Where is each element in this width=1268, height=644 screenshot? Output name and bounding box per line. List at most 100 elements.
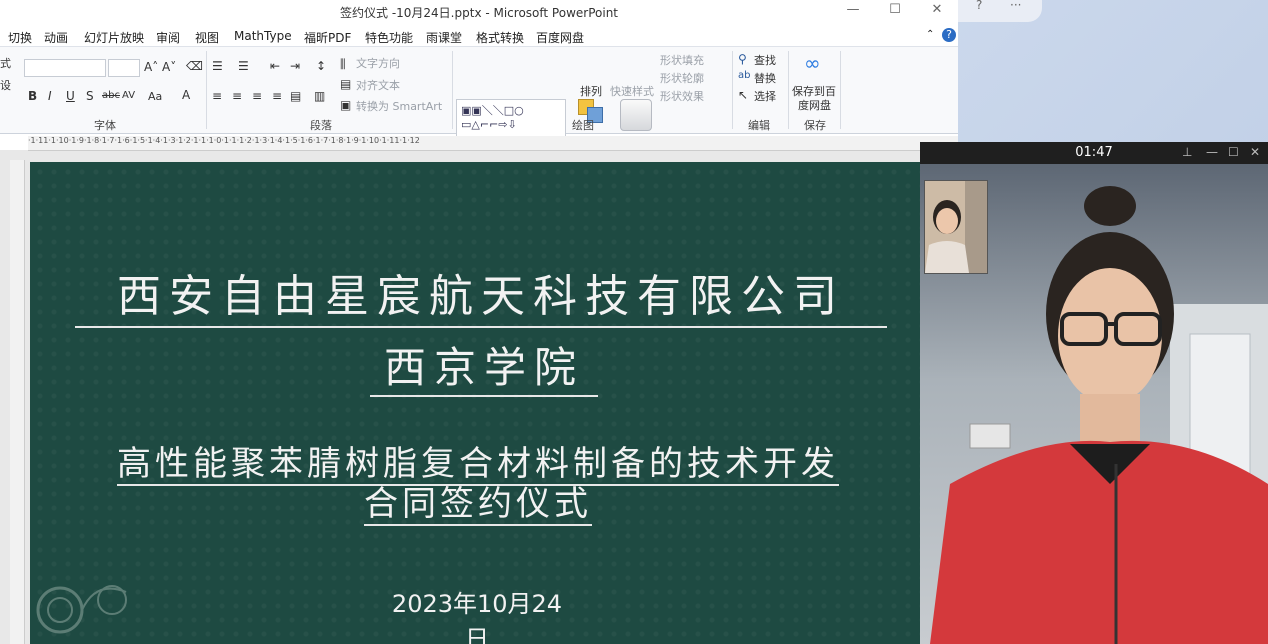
align-left-icon[interactable]: ≡ — [212, 89, 222, 103]
maximize-button[interactable]: ☐ — [880, 2, 910, 22]
change-case-button[interactable]: Aa — [148, 90, 162, 103]
shapes-row-2: ▭△⌐⌐⇨⇩ — [461, 118, 517, 131]
underline-button[interactable]: U — [66, 89, 75, 103]
save-to-baidu-line2[interactable]: 度网盘 — [798, 97, 831, 113]
close-button[interactable]: ✕ — [922, 2, 952, 22]
video-minimize-button[interactable]: — — [1206, 145, 1218, 159]
editing-group-label: 编辑 — [748, 119, 770, 132]
align-right-icon[interactable]: ≡ — [252, 89, 262, 103]
collapse-ribbon-icon[interactable]: ⌃ — [926, 29, 934, 40]
help-icon[interactable]: ? — [942, 28, 956, 42]
slide-title-company[interactable]: 西安自由星宸航天科技有限公司 — [75, 260, 887, 328]
slide-date[interactable]: 2023年10月24日 — [385, 584, 569, 644]
group-separator — [840, 51, 841, 129]
shape-fill-button[interactable]: 形状填充 — [660, 52, 704, 68]
video-close-button[interactable]: ✕ — [1250, 145, 1260, 159]
drawing-group-label: 绘图 — [572, 119, 594, 132]
line-spacing-icon[interactable]: ↕ — [316, 59, 326, 73]
ribbon-tabs: 切换 动画 幻灯片放映 审阅 视图 MathType 福昕PDF 特色功能 雨课… — [0, 26, 958, 46]
ribbon-left-label-2[interactable]: 设 — [0, 77, 11, 93]
clear-format-icon[interactable]: ⌫ — [186, 59, 203, 73]
powerpoint-window: 签约仪式 -10月24日.pptx - Microsoft PowerPoint… — [0, 0, 958, 644]
decorative-swirl-icon — [36, 585, 127, 634]
tab-baidu-netdisk[interactable]: 百度网盘 — [536, 29, 584, 46]
group-separator — [788, 51, 789, 129]
vertical-ruler — [10, 160, 25, 644]
convert-smartart-button[interactable]: 转换为 SmartArt — [356, 98, 442, 114]
shape-outline-button[interactable]: 形状轮廓 — [660, 70, 704, 86]
font-name-combo[interactable] — [24, 59, 106, 77]
tab-slideshow[interactable]: 幻灯片放映 — [84, 29, 144, 46]
tab-animations[interactable]: 动画 — [44, 29, 68, 46]
text-direction-button[interactable]: 文字方向 — [356, 55, 400, 71]
align-text-button[interactable]: 对齐文本 — [356, 77, 400, 93]
baidu-netdisk-icon[interactable]: ∞ — [804, 51, 821, 75]
bold-button[interactable]: B — [28, 89, 37, 103]
ribbon-left-label-1[interactable]: 式 — [0, 55, 11, 71]
smartart-icon[interactable]: ▣ — [340, 98, 351, 112]
paragraph-group-label: 段落 — [310, 119, 332, 132]
replace-icon[interactable]: ab — [738, 70, 750, 81]
bullets-icon[interactable]: ☰ — [212, 59, 223, 73]
pin-icon[interactable]: ⊥ — [1182, 145, 1192, 159]
distributed-icon[interactable]: ▤ — [290, 89, 301, 103]
arrange-button[interactable]: 排列 — [580, 83, 602, 99]
tab-format-convert[interactable]: 格式转换 — [476, 29, 524, 46]
help-icon[interactable]: ? — [976, 0, 982, 12]
text-direction-icon[interactable]: ⫼ — [340, 57, 346, 72]
group-separator — [452, 51, 453, 129]
align-text-icon[interactable]: ▤ — [340, 77, 351, 91]
desktop-widget: ? ··· — [958, 0, 1042, 22]
quick-styles-icon[interactable] — [620, 99, 652, 131]
slide-subtitle-line2: 合同签约仪式 — [364, 484, 592, 526]
slide-title-university[interactable]: 西京学院 — [370, 334, 598, 397]
shadow-button[interactable]: S — [86, 89, 94, 103]
select-cursor-icon[interactable]: ↖ — [738, 88, 748, 102]
strikethrough-button[interactable]: abc — [102, 90, 120, 101]
decrease-indent-icon[interactable]: ⇤ — [270, 59, 280, 73]
tab-rain-classroom[interactable]: 雨课堂 — [426, 29, 462, 46]
tab-review[interactable]: 审阅 — [156, 29, 180, 46]
tab-view[interactable]: 视图 — [195, 29, 219, 46]
ribbon: 式 设 A˄ A˅ ⌫ B I U S abc AV Aa A 字体 ☰ ☰ ⇤… — [0, 46, 958, 153]
increase-indent-icon[interactable]: ⇥ — [290, 59, 300, 73]
tab-features[interactable]: 特色功能 — [365, 29, 413, 46]
align-center-icon[interactable]: ≡ — [232, 89, 242, 103]
minimize-button[interactable]: — — [838, 2, 868, 22]
shrink-font-icon[interactable]: A˅ — [162, 60, 176, 74]
horizontal-ruler: ·1·11·1·10·1·9·1·8·1·7·1·6·1·5·1·4·1·3·1… — [28, 136, 958, 151]
window-title: 签约仪式 -10月24日.pptx - Microsoft PowerPoint — [340, 6, 618, 20]
grow-font-icon[interactable]: A˄ — [144, 60, 158, 74]
slide-canvas[interactable]: 西安自由星宸航天科技有限公司 西京学院 高性能聚苯腈树脂复合材料制备的技术开发 … — [30, 162, 958, 644]
char-spacing-button[interactable]: AV — [122, 90, 135, 101]
font-size-combo[interactable] — [108, 59, 140, 77]
slide-subtitle[interactable]: 高性能聚苯腈树脂复合材料制备的技术开发 合同签约仪式 — [70, 444, 886, 526]
font-group-label: 字体 — [94, 119, 116, 132]
justify-icon[interactable]: ≡ — [272, 89, 282, 103]
quick-styles-button[interactable]: 快速样式 — [610, 83, 654, 99]
numbering-icon[interactable]: ☰ — [238, 59, 249, 73]
group-separator — [206, 51, 207, 129]
binoculars-icon[interactable]: ⚲ — [738, 52, 747, 66]
more-icon[interactable]: ··· — [1010, 0, 1021, 12]
find-button[interactable]: 查找 — [754, 52, 776, 68]
font-color-button[interactable]: A — [182, 88, 190, 102]
italic-button[interactable]: I — [48, 89, 52, 103]
tab-transitions[interactable]: 切换 — [8, 29, 32, 46]
title-bar: 签约仪式 -10月24日.pptx - Microsoft PowerPoint… — [0, 0, 958, 24]
save-group-label: 保存 — [804, 119, 826, 132]
shape-effects-button[interactable]: 形状效果 — [660, 88, 704, 104]
self-view-thumbnail[interactable] — [924, 180, 988, 274]
video-call-titlebar: 01:47 ⊥ — ☐ ✕ — [920, 142, 1268, 164]
columns-icon[interactable]: ▥ — [314, 89, 325, 103]
slide-subtitle-line1: 高性能聚苯腈树脂复合材料制备的技术开发 — [117, 444, 839, 486]
video-call-window[interactable]: 01:47 ⊥ — ☐ ✕ — [920, 142, 1268, 644]
self-view-video — [925, 181, 987, 273]
group-separator — [732, 51, 733, 129]
select-button[interactable]: 选择 — [754, 88, 776, 104]
shapes-row-1: ▣▣＼＼□○ — [461, 104, 524, 117]
tab-mathtype[interactable]: MathType — [234, 29, 292, 43]
replace-button[interactable]: 替换 — [754, 70, 776, 86]
tab-foxit-pdf[interactable]: 福昕PDF — [304, 29, 351, 46]
video-maximize-button[interactable]: ☐ — [1228, 145, 1239, 159]
